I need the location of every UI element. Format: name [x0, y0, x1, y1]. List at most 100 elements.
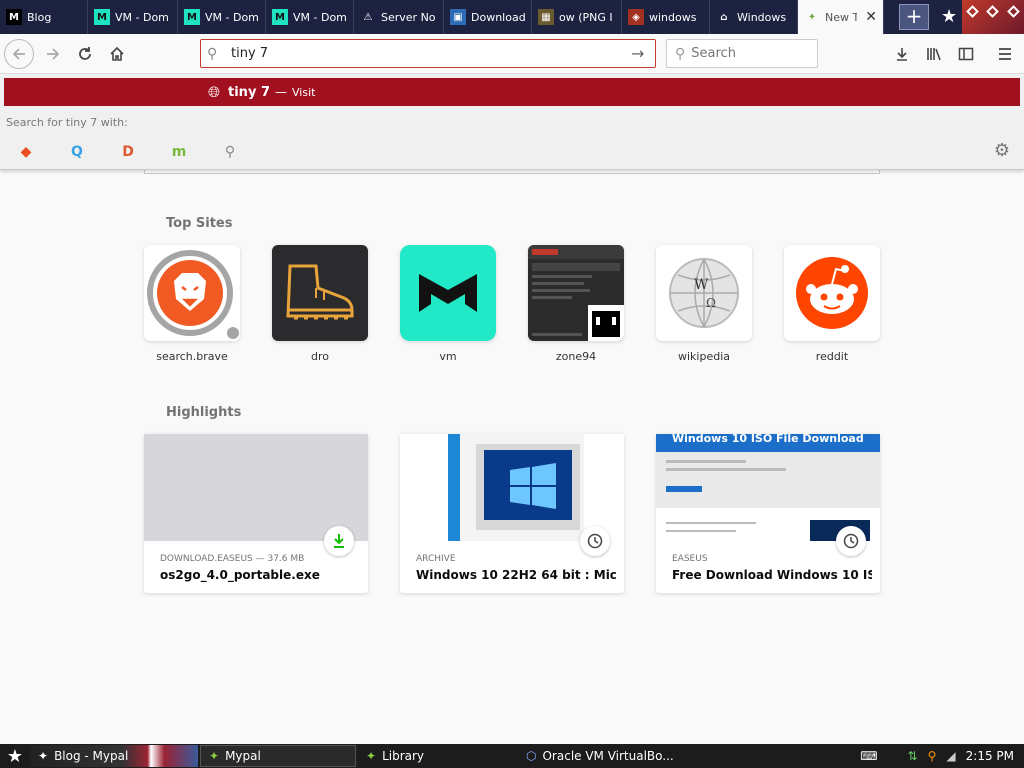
search-settings-gear-icon[interactable]: ⚙	[994, 140, 1010, 161]
url-input[interactable]	[231, 46, 631, 61]
svg-text:W: W	[694, 277, 709, 293]
top-site-vm[interactable]: vm	[400, 245, 496, 363]
search-bar[interactable]: ⚲	[666, 39, 862, 68]
window-controls	[962, 0, 1024, 34]
new-tab-button[interactable]: +	[899, 4, 929, 30]
browser-tab[interactable]: ⚠ Server No	[354, 0, 444, 34]
navigation-toolbar: ⚲ → ⚲	[0, 34, 1024, 74]
download-icon	[324, 526, 354, 556]
browser-tab[interactable]: ◈ windows	[622, 0, 710, 34]
minimize-icon[interactable]	[965, 5, 979, 18]
taskbar-item-label: Oracle VM VirtualBo...	[542, 749, 674, 763]
volume-icon[interactable]: ◢	[946, 749, 955, 763]
browser-tab[interactable]: ⌂ Windows	[710, 0, 798, 34]
new-tab-page: Top Sites search.brave dro vm zone94 W Ω…	[0, 170, 1024, 744]
browser-tab[interactable]: M VM - Dom	[88, 0, 178, 34]
network-icon[interactable]: ⇅	[908, 749, 918, 763]
top-site-reddit[interactable]: reddit	[784, 245, 880, 363]
vm-icon: M	[272, 9, 288, 25]
close-window-icon[interactable]	[1007, 5, 1021, 18]
top-site-search-brave[interactable]: search.brave	[144, 245, 240, 363]
downloads-button[interactable]	[890, 42, 914, 66]
highlight-meta: ARCHIVE	[416, 554, 456, 564]
highlight-title: Windows 10 22H2 64 bit : Micro...	[416, 568, 616, 582]
sidebar-button[interactable]	[954, 42, 978, 66]
home-icon	[110, 46, 124, 61]
clock-icon	[580, 526, 610, 556]
menu-button[interactable]	[993, 42, 1017, 66]
mypal-icon: ✦	[209, 749, 220, 763]
browser-tab[interactable]: M VM - Dom	[266, 0, 354, 34]
brave-lion-icon	[144, 245, 240, 341]
clock-icon	[836, 526, 866, 556]
browser-tab[interactable]: ▣ Download	[444, 0, 532, 34]
hamburger-menu-icon	[999, 48, 1011, 60]
back-button[interactable]	[4, 39, 34, 69]
top-site-zone94[interactable]: zone94	[528, 245, 624, 363]
highlight-thumbnail: Windows 10 ISO File Download	[656, 434, 880, 541]
tab-label: New T	[825, 10, 858, 24]
top-site-label: zone94	[555, 350, 597, 363]
highlight-title: Free Download Windows 10 ISO ...	[672, 568, 872, 582]
search-icon[interactable]: ⚲	[928, 749, 937, 763]
browser-tab[interactable]: ✦ New T ✕	[798, 0, 884, 34]
medium-icon: M	[6, 9, 22, 25]
top-site-label: wikipedia	[677, 350, 730, 363]
tab-label: Windows	[737, 10, 787, 24]
reddit-alien-icon	[784, 245, 880, 341]
highlight-meta: EASEUS	[672, 554, 708, 564]
globe-icon: 🌐︎	[208, 83, 221, 101]
browser-tab[interactable]: ▦ ow (PNG I	[532, 0, 622, 34]
tab-label: windows	[649, 10, 697, 24]
keyboard-icon[interactable]: ⌨	[860, 749, 877, 763]
clock: 2:15 PM	[965, 749, 1014, 763]
go-arrow-icon[interactable]: →	[631, 44, 655, 63]
start-menu-star-icon[interactable]: ★	[0, 744, 30, 768]
zone94-screenshot	[528, 245, 624, 341]
forward-button[interactable]	[38, 39, 68, 69]
browser-tab[interactable]: M Blog	[0, 0, 88, 34]
top-sites-heading: Top Sites	[166, 216, 233, 231]
highlight-card-archive[interactable]: ARCHIVE Windows 10 22H2 64 bit : Micro..…	[400, 434, 624, 593]
thumb-heading: Windows 10 ISO File Download	[656, 434, 880, 452]
close-tab-icon[interactable]: ✕	[865, 9, 877, 25]
maximize-icon[interactable]	[986, 5, 1000, 18]
suggestion-dash: —	[275, 85, 287, 99]
tab-label: VM - Dom	[205, 10, 259, 24]
highlight-card-easeus[interactable]: Windows 10 ISO File Download EASEUS Free…	[656, 434, 880, 593]
search-input[interactable]	[691, 46, 862, 61]
mojeek-engine-icon[interactable]: m	[167, 140, 191, 164]
suggestion-action: Visit	[292, 85, 316, 99]
sidebar-icon	[958, 47, 974, 61]
top-site-dro[interactable]: dro	[272, 245, 368, 363]
tab-strip: M Blog M VM - Dom M VM - Dom M VM - Dom ⚠ Server …	[0, 0, 1024, 34]
reload-button[interactable]	[70, 39, 100, 69]
url-bar[interactable]: ⚲ →	[200, 39, 656, 68]
visit-suggestion-row[interactable]: 🌐︎ tiny 7 — Visit	[4, 78, 1020, 106]
star-icon[interactable]: ★	[941, 6, 957, 27]
highlight-card-download[interactable]: DOWNLOAD.EASEUS — 37.6 MB os2go_4.0_port…	[144, 434, 368, 593]
top-site-label: dro	[311, 350, 329, 363]
arrow-left-icon	[12, 48, 25, 60]
top-site-label: reddit	[815, 350, 849, 363]
reload-icon	[79, 47, 91, 60]
brave-search-engine-icon[interactable]: ◆	[14, 140, 38, 164]
home-button[interactable]	[102, 39, 132, 69]
browser-tab[interactable]: M VM - Dom	[178, 0, 266, 34]
duckduckgo-engine-icon[interactable]: D	[116, 140, 140, 164]
highlights-heading: Highlights	[166, 405, 242, 420]
library-button[interactable]	[922, 42, 946, 66]
taskbar-item-mypal[interactable]: ✦ Mypal	[200, 745, 356, 767]
taskbar-item-virtualbox[interactable]: ⬡ Oracle VM VirtualBo...	[518, 745, 688, 767]
taskbar-item-library[interactable]: ✦ Library	[358, 745, 516, 767]
page-search-box[interactable]	[144, 170, 880, 174]
taskbar-item-label: Library	[382, 749, 425, 763]
top-site-wikipedia[interactable]: W Ω wikipedia	[656, 245, 752, 363]
qwant-engine-icon[interactable]: Q	[65, 140, 89, 164]
tab-label: ow (PNG I	[559, 10, 613, 24]
taskbar-item-blog-mypal[interactable]: ✦ Blog - Mypal	[30, 745, 198, 767]
taskbar-item-label: Blog - Mypal	[54, 749, 129, 763]
search-engine-icon[interactable]: ⚲	[218, 140, 242, 164]
tab-label: VM - Dom	[293, 10, 347, 24]
top-site-label: vm	[439, 350, 457, 363]
